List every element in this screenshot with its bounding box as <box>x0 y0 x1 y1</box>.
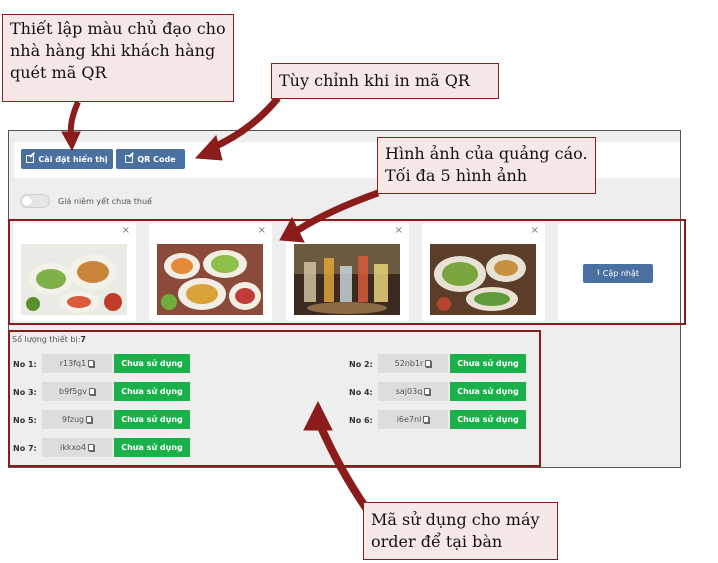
device-count-value: 7 <box>80 335 86 344</box>
ad-image <box>21 244 127 315</box>
device-status-button[interactable]: Chưa sử dụng <box>114 410 190 429</box>
edit-icon <box>26 155 35 163</box>
copy-icon[interactable] <box>424 388 431 395</box>
toggle-knob <box>22 196 32 206</box>
copy-icon[interactable] <box>425 360 432 367</box>
qr-code-button[interactable]: QR Code <box>116 149 185 169</box>
device-code[interactable]: 52nb1r <box>378 354 448 373</box>
ad-image <box>157 244 263 315</box>
callout-theme-color: Thiết lập màu chủ đạo cho nhà hàng khi k… <box>2 14 234 102</box>
device-code[interactable]: r13fq1 <box>42 354 112 373</box>
upload-button[interactable]: ⭱ Cập nhật <box>583 264 653 283</box>
device-label: No 3: <box>13 388 37 397</box>
device-code-text: 52nb1r <box>394 359 424 368</box>
upload-label: Cập nhật <box>602 269 640 278</box>
device-count: Số lượng thiết bị:7 <box>12 335 86 344</box>
callout-ad-images: Hình ảnh của quảng cáo. Tối đa 5 hình ản… <box>377 137 596 194</box>
device-code-text: b9f5gv <box>59 387 87 396</box>
copy-icon[interactable] <box>88 360 95 367</box>
device-status-button[interactable]: Chưa sử dụng <box>450 354 526 373</box>
ad-image-card: × <box>13 223 136 321</box>
device-code-text: ikkxo4 <box>60 443 86 452</box>
device-code-text: saj03q <box>395 387 423 396</box>
callout-qr-print: Tùy chỉnh khi in mã QR <box>271 63 499 99</box>
price-toggle-switch[interactable] <box>20 194 50 208</box>
device-code[interactable]: i6e7nl <box>378 410 448 429</box>
device-code-text: i6e7nl <box>396 415 422 424</box>
copy-icon[interactable] <box>88 388 95 395</box>
price-toggle-row: Giá niêm yết chưa thuế <box>20 194 152 208</box>
price-toggle-label: Giá niêm yết chưa thuế <box>58 196 152 206</box>
display-settings-button[interactable]: Cài đặt hiển thị <box>21 149 113 169</box>
device-label: No 2: <box>349 360 373 369</box>
device-status-button[interactable]: Chưa sử dụng <box>450 382 526 401</box>
remove-image-icon[interactable]: × <box>122 225 130 236</box>
device-label: No 7: <box>13 444 37 453</box>
remove-image-icon[interactable]: × <box>258 225 266 236</box>
edit-icon <box>125 155 134 163</box>
qr-code-label: QR Code <box>137 154 176 164</box>
device-code[interactable]: 9fzug <box>42 410 112 429</box>
copy-icon[interactable] <box>423 416 430 423</box>
ad-image-card: × <box>422 223 545 321</box>
device-label: No 6: <box>349 416 373 425</box>
device-code-text: 9fzug <box>61 415 85 424</box>
device-label: No 1: <box>13 360 37 369</box>
device-status-button[interactable]: Chưa sử dụng <box>114 354 190 373</box>
upload-icon: ⭱ <box>596 267 600 277</box>
copy-icon[interactable] <box>86 416 93 423</box>
ad-image <box>294 244 400 315</box>
remove-image-icon[interactable]: × <box>531 225 539 236</box>
device-label: No 5: <box>13 416 37 425</box>
ad-image <box>430 244 536 315</box>
device-code[interactable]: b9f5gv <box>42 382 112 401</box>
device-count-label: Số lượng thiết bị: <box>12 335 81 344</box>
device-code-text: r13fq1 <box>59 359 87 368</box>
device-status-button[interactable]: Chưa sử dụng <box>450 410 526 429</box>
ad-image-card: × <box>149 223 272 321</box>
upload-card: ⭱ Cập nhật <box>558 223 680 321</box>
copy-icon[interactable] <box>87 444 94 451</box>
display-settings-label: Cài đặt hiển thị <box>38 154 108 164</box>
device-status-button[interactable]: Chưa sử dụng <box>114 382 190 401</box>
device-code[interactable]: ikkxo4 <box>42 438 112 457</box>
callout-device-codes: Mã sử dụng cho máy order để tại bàn <box>363 502 558 560</box>
remove-image-icon[interactable]: × <box>395 225 403 236</box>
ad-image-card: × <box>286 223 409 321</box>
device-status-button[interactable]: Chưa sử dụng <box>114 438 190 457</box>
device-code[interactable]: saj03q <box>378 382 448 401</box>
device-label: No 4: <box>349 388 373 397</box>
